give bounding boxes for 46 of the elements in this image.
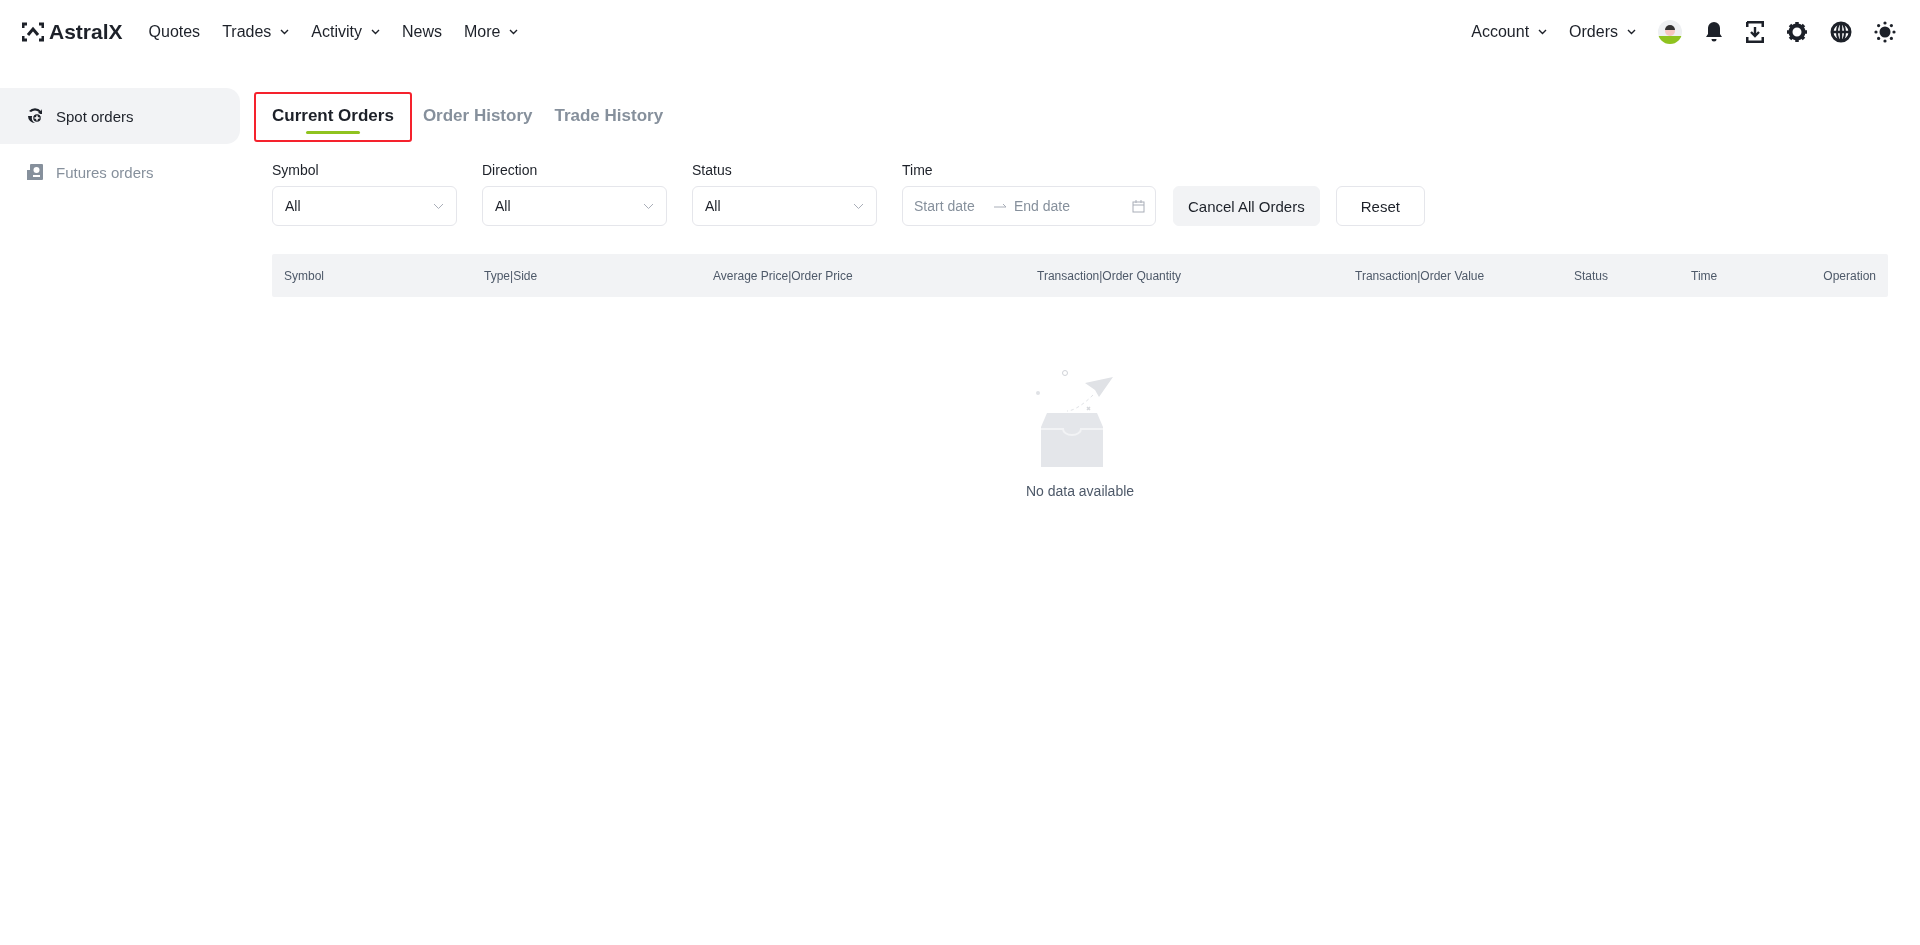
avatar-icon[interactable] [1658, 20, 1682, 44]
document-badge-icon [26, 163, 44, 181]
action-button[interactable]: Reset [1335, 186, 1425, 226]
logo-icon [22, 22, 44, 42]
filter-label: Time [902, 162, 934, 178]
calendar-icon [1132, 199, 1145, 213]
sidebar-item[interactable]: Spot orders [0, 88, 240, 144]
refresh-circle-icon [26, 107, 44, 125]
nav-link[interactable]: Orders [1569, 23, 1618, 41]
chevron-down-icon [433, 202, 444, 210]
nav-link[interactable]: Quotes [148, 23, 201, 41]
download-icon[interactable] [1746, 21, 1764, 43]
select-field[interactable]: All [482, 186, 667, 226]
nav-link[interactable]: Activity [311, 23, 362, 41]
nav-link[interactable]: Trades [222, 23, 272, 41]
chevron-down-icon [853, 202, 864, 210]
column-header: Transaction|Order Quantity [1037, 268, 1183, 283]
filter-label: Status [692, 162, 733, 178]
column-header: Operation [1823, 268, 1876, 283]
filter-label: Direction [482, 162, 539, 178]
column-header: Type|Side [484, 268, 539, 283]
settings-icon[interactable] [1786, 21, 1808, 43]
column-header: Status [1574, 268, 1610, 283]
brand-name[interactable]: AstralX [49, 20, 123, 44]
empty-state-text: No data available [1025, 483, 1135, 499]
chevron-down-icon [371, 29, 380, 35]
column-header: Transaction|Order Value [1355, 268, 1486, 283]
select-field[interactable]: All [692, 186, 877, 226]
column-header: Symbol [284, 268, 325, 283]
select-field[interactable]: All [272, 186, 457, 226]
chevron-down-icon [1538, 29, 1548, 35]
column-header: Time [1691, 268, 1719, 283]
tab[interactable]: Current Orders [254, 92, 412, 142]
nav-link[interactable]: News [402, 23, 442, 41]
column-header: Average Price|Order Price [713, 268, 854, 283]
nav-link[interactable]: Account [1471, 23, 1530, 41]
bell-icon[interactable] [1704, 21, 1724, 43]
nav-link[interactable]: More [464, 23, 501, 41]
sun-icon[interactable] [1874, 21, 1896, 43]
chevron-down-icon [1627, 29, 1636, 35]
chevron-down-icon [643, 202, 654, 210]
chevron-down-icon [280, 29, 290, 35]
chevron-down-icon [509, 29, 519, 35]
filter-label: Symbol [272, 162, 320, 178]
globe-icon[interactable] [1830, 21, 1852, 43]
action-button[interactable]: Cancel All Orders [1173, 186, 1320, 226]
